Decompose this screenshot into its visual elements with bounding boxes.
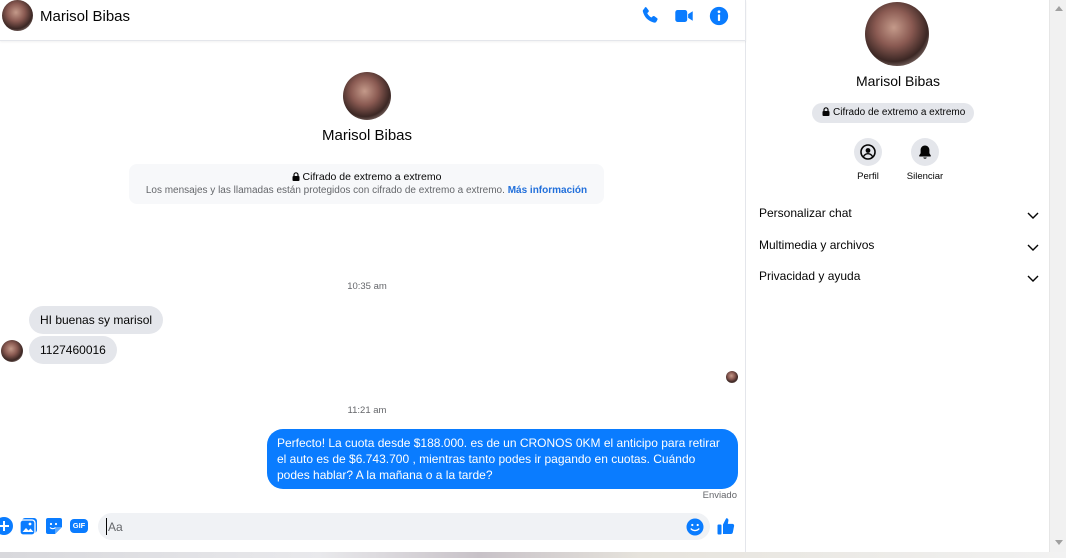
contact-name[interactable]: Marisol Bibas — [40, 8, 130, 25]
mute-action[interactable]: Silenciar — [895, 138, 955, 182]
scroll-up-arrow-icon[interactable] — [1055, 6, 1063, 11]
bell-icon[interactable] — [911, 138, 939, 166]
scroll-down-arrow-icon[interactable] — [1055, 540, 1063, 545]
mute-label: Silenciar — [906, 171, 944, 182]
info-icon[interactable] — [708, 5, 730, 27]
message-composer: GIF — [0, 510, 746, 546]
info-avatar[interactable] — [865, 2, 929, 66]
video-camera-icon[interactable] — [673, 5, 695, 27]
profile-action[interactable]: Perfil — [838, 138, 898, 182]
thumbs-up-icon[interactable] — [716, 516, 736, 536]
profile-label: Perfil — [857, 171, 879, 182]
scrollbar[interactable] — [1049, 0, 1066, 552]
sticker-icon[interactable] — [44, 516, 64, 536]
chevron-down-icon — [1027, 209, 1039, 221]
profile-icon[interactable] — [854, 138, 882, 166]
more-info-link[interactable]: Más información — [508, 185, 587, 196]
info-contact-name: Marisol Bibas — [855, 73, 941, 89]
message-timestamp: 10:35 am — [347, 281, 387, 292]
chat-header: Marisol Bibas — [0, 0, 746, 41]
chat-pane: Marisol Bibas Marisol Bibas Cifrado de e… — [0, 0, 746, 552]
media-files-section[interactable]: Multimedia y archivos — [759, 238, 1039, 260]
image-icon[interactable] — [19, 516, 39, 536]
messenger-window: Marisol Bibas Marisol Bibas Cifrado de e… — [0, 0, 1066, 558]
e2ee-notice-title: Cifrado de extremo a extremo — [129, 171, 604, 184]
phone-icon[interactable] — [639, 5, 661, 27]
background-strip — [0, 552, 1066, 558]
e2ee-notice-text: Los mensajes y las llamadas están proteg… — [145, 185, 588, 196]
sender-avatar — [1, 340, 23, 362]
gif-icon[interactable]: GIF — [69, 516, 89, 536]
message-input[interactable] — [98, 513, 710, 540]
outgoing-message[interactable]: Perfecto! La cuota desde $188.000. es de… — [267, 429, 738, 489]
incoming-message[interactable]: HI buenas sy marisol — [29, 306, 164, 334]
intro-contact-name: Marisol Bibas — [321, 127, 413, 144]
lock-icon — [292, 172, 300, 184]
emoji-icon[interactable] — [685, 517, 705, 537]
lock-icon — [822, 104, 830, 124]
e2ee-badge[interactable]: Cifrado de extremo a extremo — [812, 103, 975, 124]
chevron-down-icon — [1027, 272, 1039, 284]
customize-chat-section[interactable]: Personalizar chat — [759, 206, 1039, 228]
message-timestamp: 11:21 am — [347, 405, 387, 416]
incoming-message[interactable]: 1127460016 — [29, 336, 117, 364]
chevron-down-icon — [1027, 241, 1039, 253]
privacy-help-section[interactable]: Privacidad y ayuda — [759, 269, 1039, 291]
read-receipt-avatar — [726, 371, 738, 383]
message-status: Enviado — [702, 490, 737, 501]
intro-avatar — [343, 72, 391, 120]
plus-icon[interactable] — [0, 516, 14, 536]
contact-avatar[interactable] — [2, 0, 33, 31]
text-cursor — [106, 518, 107, 535]
e2ee-notice: Cifrado de extremo a extremo Los mensaje… — [129, 164, 604, 204]
conversation-info-panel: Marisol Bibas Cifrado de extremo a extre… — [747, 0, 1049, 552]
